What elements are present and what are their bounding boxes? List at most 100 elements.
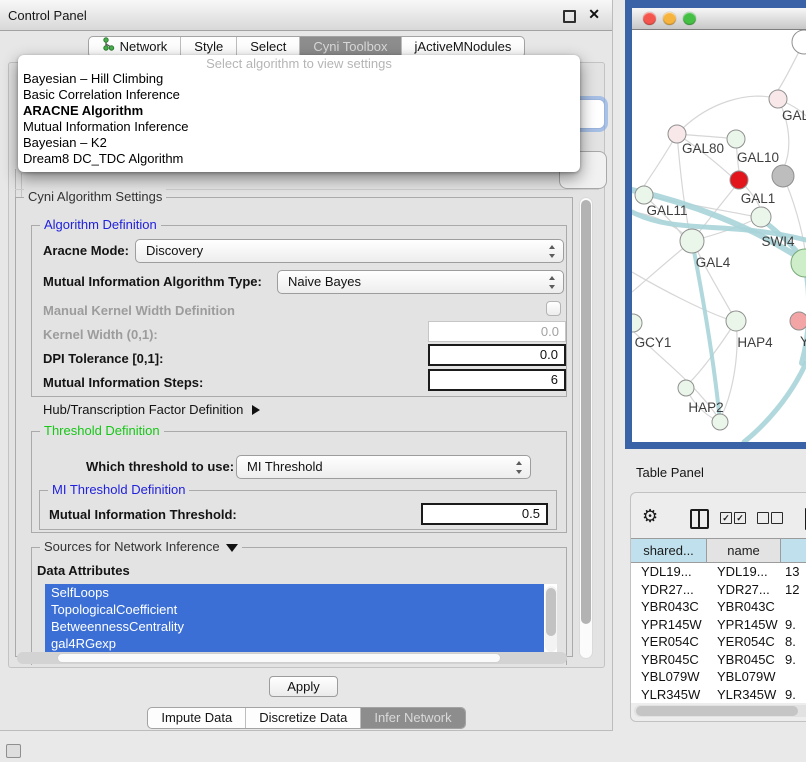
network-view-window: GALGAL80GAL10GAL1GAL11SWI4GAL4GCY1HAP4YH… xyxy=(625,0,806,449)
which-threshold-value: MI Threshold xyxy=(247,459,323,474)
dpi-tolerance-field[interactable]: 0.0 xyxy=(428,344,566,366)
table-cell: YER054C xyxy=(631,633,707,651)
dropdown-option-bayesian-k2[interactable]: Bayesian – K2 xyxy=(18,135,580,151)
select-all-icon-1[interactable]: ✓ xyxy=(720,512,732,524)
network-node-gal[interactable] xyxy=(769,90,787,108)
mi-threshold-field[interactable]: 0.5 xyxy=(421,503,548,525)
attribute-item-betweennesscentrality[interactable]: BetweennessCentrality xyxy=(45,618,544,635)
control-panel-title: Control Panel xyxy=(8,8,87,23)
tab-discretize-data[interactable]: Discretize Data xyxy=(245,708,360,728)
table-cell: 13 xyxy=(781,563,806,581)
columns-icon[interactable] xyxy=(690,509,709,529)
select-all-icon-2[interactable]: ✓ xyxy=(734,512,746,524)
deselect-all-icon-2[interactable] xyxy=(771,512,783,524)
settings-hscrollbar-thumb[interactable] xyxy=(57,653,501,663)
network-node-gal11[interactable] xyxy=(635,186,653,204)
expand-right-icon xyxy=(252,405,260,415)
tab-label: Network xyxy=(120,37,168,57)
data-attributes-list[interactable]: SelfLoopsTopologicalCoefficientBetweenne… xyxy=(45,584,557,659)
network-node-hap2[interactable] xyxy=(678,380,694,396)
tab-label: jActiveMNodules xyxy=(415,37,512,57)
network-node-y[interactable] xyxy=(790,312,806,330)
table-panel: ⚙ ✓ ✓ shared...name YDL19...YDL19...13YD… xyxy=(630,492,806,722)
network-node-gal1[interactable] xyxy=(751,207,771,227)
node-label-hap2: HAP2 xyxy=(688,400,723,415)
attribute-item-topologicalcoefficient[interactable]: TopologicalCoefficient xyxy=(45,601,544,618)
collapse-down-icon[interactable] xyxy=(226,544,238,552)
bottom-tab-row: Impute DataDiscretize DataInfer Network xyxy=(0,707,613,729)
hub-definition-expander[interactable]: Hub/Transcription Factor Definition xyxy=(43,402,260,417)
network-node[interactable] xyxy=(712,414,728,430)
algorithm-definition-title: Algorithm Definition xyxy=(40,217,161,232)
aracne-mode-combo[interactable]: Discovery xyxy=(135,239,564,263)
table-row[interactable]: YER054CYER054C8. xyxy=(631,633,806,651)
table-cell xyxy=(781,598,806,616)
deselect-all-icon-1[interactable] xyxy=(757,512,769,524)
mi-steps-field[interactable]: 6 xyxy=(428,369,566,391)
dropdown-option-dream8-dc-tdc-algorithm[interactable]: Dream8 DC_TDC Algorithm xyxy=(18,151,580,167)
network-node[interactable] xyxy=(730,171,748,189)
table-row[interactable]: YBR043CYBR043C xyxy=(631,598,806,616)
table-row[interactable]: YLR345WYLR345W9. xyxy=(631,686,806,704)
column-header-2[interactable] xyxy=(781,539,806,562)
zoom-window-icon[interactable] xyxy=(683,12,696,25)
attribute-item-gal4rgexp[interactable]: gal4RGexp xyxy=(45,635,544,652)
tab-select[interactable]: Select xyxy=(236,37,299,57)
close-icon[interactable]: ✕ xyxy=(588,7,600,21)
table-horizontal-scrollbar[interactable] xyxy=(634,705,806,717)
data-attributes-label: Data Attributes xyxy=(37,563,130,578)
table-row[interactable]: YBR045CYBR045C9. xyxy=(631,651,806,669)
control-panel-titlebar: Control Panel ✕ xyxy=(0,0,612,31)
settings-vertical-scrollbar[interactable] xyxy=(579,197,593,659)
settings-scrollbar-thumb[interactable] xyxy=(581,200,591,624)
tab-style[interactable]: Style xyxy=(180,37,236,57)
tab-network[interactable]: Network xyxy=(89,37,181,57)
threshold-definition-title: Threshold Definition xyxy=(40,423,164,438)
network-node-hap4[interactable] xyxy=(726,311,746,331)
tab-infer-network[interactable]: Infer Network xyxy=(360,708,464,728)
float-window-icon[interactable] xyxy=(563,10,576,23)
network-node[interactable] xyxy=(792,30,806,54)
dropdown-option-basic-correlation-inference[interactable]: Basic Correlation Inference xyxy=(18,87,580,103)
algorithm-dropdown-list: Select algorithm to view settings Bayesi… xyxy=(18,55,580,172)
column-header-shared[interactable]: shared... xyxy=(631,539,707,562)
dock-panel-icon[interactable] xyxy=(6,744,21,758)
manual-kernel-checkbox[interactable] xyxy=(546,301,561,316)
mi-algorithm-type-label: Mutual Information Algorithm Type: xyxy=(43,274,262,289)
tab-jactivemnodules[interactable]: jActiveMNodules xyxy=(401,37,525,57)
minimize-window-icon[interactable] xyxy=(663,12,676,25)
network-node-gal4[interactable] xyxy=(680,229,704,253)
apply-button[interactable]: Apply xyxy=(269,676,338,697)
column-header-name[interactable]: name xyxy=(707,539,781,562)
table-row[interactable]: YDR27...YDR27...12 xyxy=(631,581,806,599)
dropdown-option-bayesian-hill-climbing[interactable]: Bayesian – Hill Climbing xyxy=(18,71,580,87)
network-node-gal10[interactable] xyxy=(727,130,745,148)
network-graph[interactable]: GALGAL80GAL10GAL1GAL11SWI4GAL4GCY1HAP4YH… xyxy=(632,30,806,442)
network-node[interactable] xyxy=(772,165,794,187)
table-cell: YER054C xyxy=(707,633,781,651)
close-window-icon[interactable] xyxy=(643,12,656,25)
table-row[interactable]: YBL079WYBL079W xyxy=(631,668,806,686)
table-row[interactable]: YPR145WYPR145W9. xyxy=(631,616,806,634)
network-node-gcy1[interactable] xyxy=(632,314,642,332)
table-hscrollbar-thumb[interactable] xyxy=(636,706,798,716)
dropdown-option-aracne-algorithm[interactable]: ARACNE Algorithm xyxy=(18,103,580,119)
tab-impute-data[interactable]: Impute Data xyxy=(148,708,245,728)
mi-threshold-definition-title: MI Threshold Definition xyxy=(48,482,189,497)
attribute-item-selfloops[interactable]: SelfLoops xyxy=(45,584,544,601)
gear-icon[interactable]: ⚙ xyxy=(642,506,658,526)
which-threshold-combo[interactable]: MI Threshold xyxy=(236,455,531,479)
mi-algorithm-type-combo[interactable]: Naive Bayes xyxy=(277,270,564,294)
bottom-tab-bar: Impute DataDiscretize DataInfer Network xyxy=(147,707,465,729)
list-scrollbar[interactable] xyxy=(545,586,557,652)
settings-horizontal-scrollbar[interactable] xyxy=(17,652,567,664)
list-scrollbar-thumb[interactable] xyxy=(546,588,556,636)
kernel-width-field[interactable]: 0.0 xyxy=(428,321,566,342)
dropdown-option-mutual-information-inference[interactable]: Mutual Information Inference xyxy=(18,119,580,135)
control-panel-window: Control Panel ✕ Network StyleSelectCyni T… xyxy=(0,0,613,731)
table-row[interactable]: YDL19...YDL19...13 xyxy=(631,563,806,581)
table-cell: 8. xyxy=(781,633,806,651)
combo-arrows-icon xyxy=(514,461,523,474)
network-canvas[interactable]: GALGAL80GAL10GAL1GAL11SWI4GAL4GCY1HAP4YH… xyxy=(632,30,806,442)
tab-cyni-toolbox[interactable]: Cyni Toolbox xyxy=(299,37,400,57)
